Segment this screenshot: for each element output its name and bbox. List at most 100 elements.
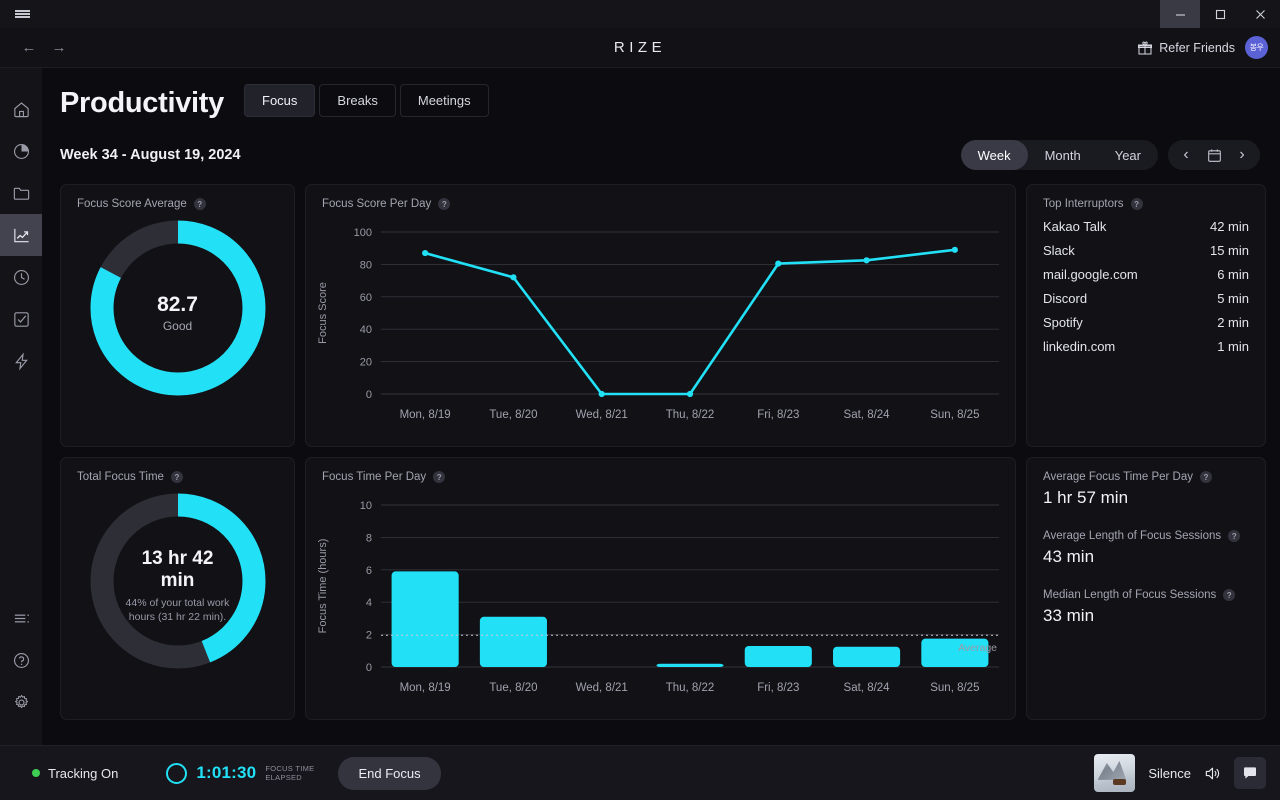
range-option-month[interactable]: Month <box>1028 140 1098 170</box>
card-focus-time-per-day: Focus Time Per Day ? 0 2 4 6 8 10 Focus Time (… <box>305 457 1016 720</box>
dashboard-grid: Focus Score Average ? 82.7 Good Focus Sc… <box>42 170 1280 720</box>
svg-text:Tue, 8/20: Tue, 8/20 <box>489 682 537 694</box>
help-icon[interactable]: ? <box>1223 589 1236 601</box>
statusbar-right: Silence <box>1094 754 1266 792</box>
stat-item: Average Length of Focus Sessions? 43 min <box>1027 530 1265 567</box>
interruptor-list: Kakao Talk 42 min Slack 15 min mail.google.c… <box>1027 219 1265 354</box>
focus-score-donut: 82.7 Good <box>61 210 294 396</box>
svg-text:Thu, 8/22: Thu, 8/22 <box>666 409 715 421</box>
interruptor-value: 42 min <box>1209 219 1249 234</box>
svg-text:40: 40 <box>360 324 372 336</box>
donut-center-text: 13 hr 42 min 44% of your total work hour… <box>61 548 294 625</box>
home-icon <box>12 100 31 119</box>
card-top-interruptors: Top Interruptors ? Kakao Talk 42 min Slack… <box>1026 184 1266 447</box>
tab-focus[interactable]: Focus <box>244 84 316 117</box>
window-controls <box>1160 0 1280 28</box>
stat-value: 33 min <box>1043 606 1095 625</box>
sidebar-item-tasks[interactable] <box>0 298 42 340</box>
sound-thumbnail[interactable] <box>1094 754 1136 792</box>
range-controls: Week Month Year ‹ › <box>960 140 1260 170</box>
card-title-label: Focus Time Per Day <box>322 471 427 483</box>
interruptor-value: 2 min <box>1217 315 1249 330</box>
lightning-icon <box>12 351 31 371</box>
calendar-icon[interactable] <box>1200 140 1228 170</box>
refer-friends-button[interactable]: Refer Friends <box>1138 41 1235 55</box>
timer-caption-line2: ELAPSED <box>265 773 303 782</box>
range-option-year[interactable]: Year <box>1098 140 1158 170</box>
sidebar-item-dashboard[interactable] <box>0 130 42 172</box>
total-focus-value: 13 hr 42 min <box>141 548 214 591</box>
list-icon <box>12 609 31 628</box>
avatar[interactable]: 봉우 <box>1245 36 1268 59</box>
page-header: Productivity Focus Breaks Meetings <box>42 68 1280 120</box>
sidebar-item-productivity[interactable] <box>0 214 42 256</box>
app-brand: RIZE <box>613 39 667 56</box>
sidebar-item-home[interactable] <box>0 88 42 130</box>
svg-text:Wed, 8/21: Wed, 8/21 <box>576 682 628 694</box>
date-nav-group: ‹ › <box>1168 140 1260 170</box>
help-icon[interactable]: ? <box>1130 198 1143 210</box>
prev-period-button[interactable]: ‹ <box>1172 140 1200 170</box>
interruptor-row[interactable]: Slack 15 min <box>1027 243 1265 258</box>
tab-meetings[interactable]: Meetings <box>399 84 489 117</box>
sidebar-item-help[interactable] <box>0 639 42 681</box>
interruptor-row[interactable]: Discord 5 min <box>1027 291 1265 306</box>
range-option-week[interactable]: Week <box>960 140 1028 170</box>
sidebar-item-time[interactable] <box>0 256 42 298</box>
total-focus-donut: 13 hr 42 min 44% of your total work hour… <box>61 483 294 669</box>
stat-label-text: Median Length of Focus Sessions <box>1043 589 1217 601</box>
subheader: Week 34 - August 19, 2024 Week Month Yea… <box>42 120 1280 170</box>
check-square-icon <box>12 310 31 329</box>
stat-list: Average Focus Time Per Day? 1 hr 57 min Av… <box>1027 458 1265 626</box>
sidebar-item-sessions[interactable] <box>0 597 42 639</box>
card-focus-score-average: Focus Score Average ? 82.7 Good <box>60 184 295 447</box>
interruptor-row[interactable]: linkedin.com 1 min <box>1027 339 1265 354</box>
svg-text:Thu, 8/22: Thu, 8/22 <box>666 682 715 694</box>
gear-icon <box>12 693 31 712</box>
focus-time-bar-chart[interactable]: 0 2 4 6 8 10 Focus Time (hours) Average Mon, 8/1… <box>306 483 1015 713</box>
svg-text:2: 2 <box>366 630 372 642</box>
interruptor-row[interactable]: Spotify 2 min <box>1027 315 1265 330</box>
speaker-icon[interactable] <box>1204 765 1221 782</box>
app-window: ← → RIZE Refer Friends 봉우 Productivity F… <box>0 0 1280 800</box>
interruptor-row[interactable]: mail.google.com 6 min <box>1027 267 1265 282</box>
help-icon[interactable]: ? <box>1200 471 1212 483</box>
svg-text:8: 8 <box>366 532 372 544</box>
maximize-button[interactable] <box>1200 0 1240 28</box>
sidebar <box>0 68 42 745</box>
svg-text:Sun, 8/25: Sun, 8/25 <box>930 409 979 421</box>
svg-text:Sun, 8/25: Sun, 8/25 <box>930 682 979 694</box>
svg-text:100: 100 <box>354 227 372 239</box>
interruptor-value: 15 min <box>1209 243 1249 258</box>
interruptor-name: mail.google.com <box>1043 267 1138 282</box>
interruptor-row[interactable]: Kakao Talk 42 min <box>1027 219 1265 234</box>
focus-timer: 1:01:30 FOCUS TIME ELAPSED <box>166 762 314 784</box>
stat-value: 1 hr 57 min <box>1043 488 1129 507</box>
sidebar-item-projects[interactable] <box>0 172 42 214</box>
chat-icon[interactable] <box>1234 757 1266 789</box>
next-period-button[interactable]: › <box>1228 140 1256 170</box>
card-focus-score-per-day: Focus Score Per Day ? 0 20 40 60 80 100 Focus … <box>305 184 1016 447</box>
card-title-label: Top Interruptors <box>1043 198 1124 210</box>
tab-breaks[interactable]: Breaks <box>319 84 396 117</box>
svg-text:6: 6 <box>366 565 372 577</box>
sidebar-item-settings[interactable] <box>0 681 42 723</box>
close-button[interactable] <box>1240 0 1280 28</box>
svg-text:Average: Average <box>958 642 997 654</box>
minimize-button[interactable] <box>1160 0 1200 28</box>
help-icon[interactable]: ? <box>1228 530 1241 542</box>
help-icon[interactable]: ? <box>438 198 451 210</box>
end-focus-button[interactable]: End Focus <box>338 756 441 790</box>
tracking-status[interactable]: Tracking On <box>32 766 118 781</box>
interruptor-name: Slack <box>1043 243 1075 258</box>
help-circle-icon <box>12 651 31 670</box>
sidebar-item-focus[interactable] <box>0 340 42 382</box>
help-icon[interactable]: ? <box>433 471 446 483</box>
pie-chart-icon <box>12 142 31 161</box>
tracking-dot-icon <box>32 769 40 777</box>
help-icon[interactable]: ? <box>170 471 183 483</box>
hamburger-icon[interactable] <box>0 0 44 28</box>
card-title-label: Focus Score Average <box>77 198 187 210</box>
focus-score-line-chart[interactable]: 0 20 40 60 80 100 Focus Score Mon, 8/19 Tue, 8/2… <box>306 210 1015 440</box>
help-icon[interactable]: ? <box>193 198 206 210</box>
